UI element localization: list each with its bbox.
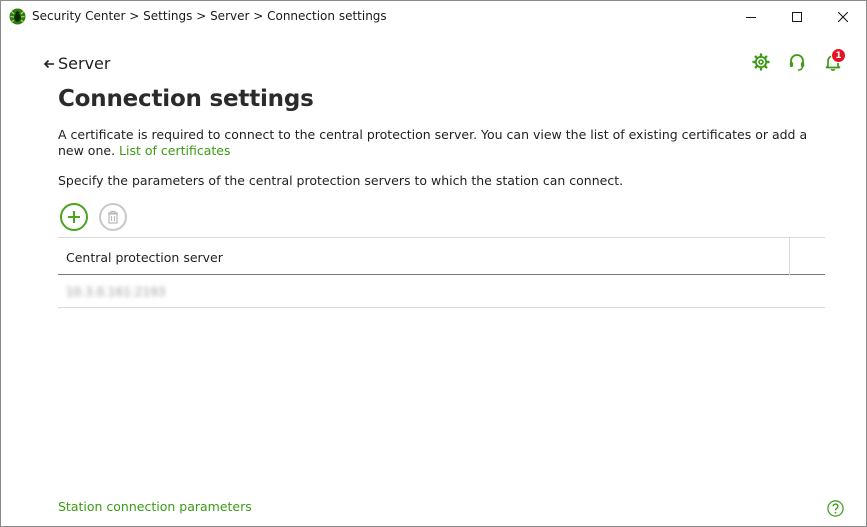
headset-icon[interactable] — [787, 52, 807, 72]
close-icon — [838, 11, 848, 22]
table-row[interactable]: 10.3.0.161:2193 — [58, 275, 825, 308]
back-label: Server — [58, 54, 111, 73]
station-connection-parameters-link[interactable]: Station connection parameters — [58, 499, 252, 514]
gear-icon[interactable] — [751, 52, 771, 72]
add-server-button[interactable] — [60, 203, 88, 231]
maximize-icon — [792, 11, 802, 22]
close-button[interactable] — [820, 1, 866, 32]
minimize-button[interactable] — [728, 1, 774, 32]
page-title: Connection settings — [58, 86, 314, 112]
delete-server-button[interactable] — [99, 203, 127, 231]
plus-icon — [68, 211, 80, 223]
table-header: Central protection server — [58, 237, 825, 275]
title-bar: Security Center > Settings > Server > Co… — [1, 1, 866, 32]
servers-description: Specify the parameters of the central pr… — [58, 173, 624, 188]
spider-logo-icon — [9, 8, 26, 25]
list-of-certificates-link[interactable]: List of certificates — [119, 143, 230, 158]
column-header-server[interactable]: Central protection server — [66, 250, 223, 265]
arrow-left-icon — [43, 59, 54, 68]
help-icon[interactable] — [827, 500, 844, 517]
certificate-description: A certificate is required to connect to … — [58, 127, 823, 159]
back-to-server-link[interactable]: Server — [43, 54, 110, 73]
app-window: Security Center > Settings > Server > Co… — [0, 0, 867, 527]
column-divider — [789, 238, 790, 275]
minimize-icon — [746, 16, 756, 18]
notification-badge: 1 — [831, 48, 846, 63]
server-address-cell: 10.3.0.161:2193 — [66, 285, 166, 299]
trash-icon — [108, 210, 118, 224]
window-title: Security Center > Settings > Server > Co… — [32, 9, 387, 23]
servers-table: Central protection server 10.3.0.161:219… — [58, 237, 825, 308]
maximize-button[interactable] — [774, 1, 820, 32]
